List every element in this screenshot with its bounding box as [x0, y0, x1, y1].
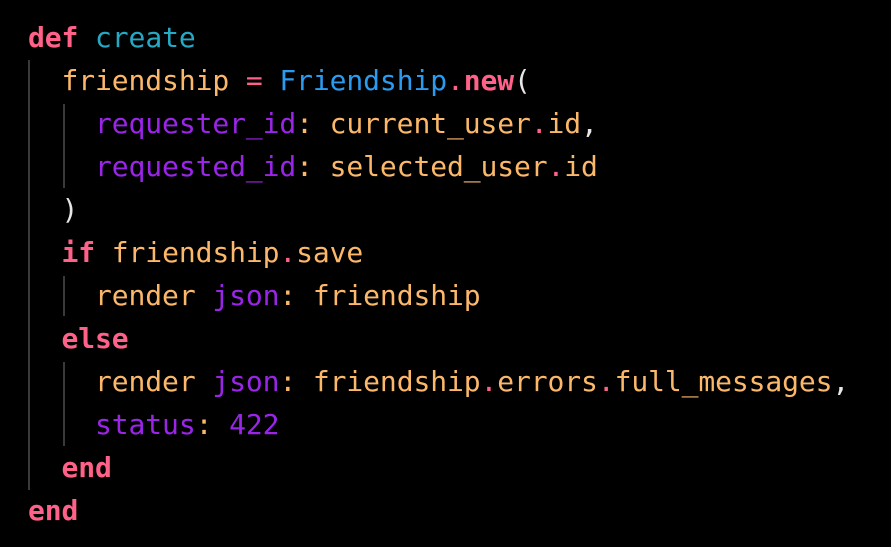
method-new: new	[463, 64, 515, 97]
code-line-6: if friendship.save	[28, 231, 364, 274]
method-name-create: create	[95, 21, 196, 54]
assign-operator: =	[245, 64, 263, 97]
identifier-save: save	[296, 236, 364, 269]
identifier-current-user: current_user	[329, 107, 531, 140]
dot-operator: .	[446, 64, 464, 97]
key-json: json	[212, 365, 280, 398]
code-line-5: )	[28, 188, 79, 231]
dot-operator: .	[279, 236, 297, 269]
number-422: 422	[229, 408, 280, 441]
identifier-errors: errors	[497, 365, 598, 398]
code-line-12: end	[28, 489, 78, 532]
identifier-render: render	[95, 279, 196, 312]
colon: :	[279, 279, 297, 312]
code-line-4: requested_id: selected_user.id	[28, 145, 598, 188]
keyword-def: def	[28, 21, 79, 54]
code-line-1: def create	[28, 16, 196, 59]
comma: ,	[581, 107, 598, 140]
code-line-7: render json: friendship	[28, 274, 481, 317]
key-json: json	[212, 279, 280, 312]
identifier-friendship: friendship	[312, 279, 481, 312]
code-line-2: friendship = Friendship.new(	[28, 59, 531, 102]
key-status: status	[95, 408, 196, 441]
identifier-full-messages: full_messages	[614, 365, 833, 398]
dot-operator: .	[480, 365, 498, 398]
identifier-render: render	[95, 365, 196, 398]
identifier-id: id	[547, 107, 582, 140]
code-line-9: render json: friendship.errors.full_mess…	[28, 360, 849, 403]
keyword-else: else	[61, 322, 129, 355]
code-line-11: end	[28, 446, 112, 489]
dot-operator: .	[547, 150, 565, 183]
identifier-selected-user: selected_user	[329, 150, 548, 183]
identifier-friendship: friendship	[111, 236, 280, 269]
close-paren: )	[61, 193, 79, 226]
identifier-id: id	[564, 150, 598, 183]
dot-operator: .	[530, 107, 548, 140]
code-line-8: else	[28, 317, 129, 360]
colon: :	[195, 408, 213, 441]
code-editor: def create friendship = Friendship.new( …	[0, 0, 891, 547]
class-friendship: Friendship	[279, 64, 447, 97]
code-line-3: requester_id: current_user.id,	[28, 102, 598, 145]
key-requester-id: requester_id	[95, 107, 297, 140]
colon: :	[279, 365, 297, 398]
colon: :	[296, 150, 313, 183]
code-line-10: status: 422	[28, 403, 279, 446]
colon: :	[296, 107, 313, 140]
identifier-friendship: friendship	[312, 365, 481, 398]
comma: ,	[832, 365, 850, 398]
keyword-end: end	[28, 494, 79, 527]
variable-friendship: friendship	[61, 64, 230, 97]
keyword-if: if	[61, 236, 96, 269]
key-requested-id: requested_id	[95, 150, 297, 183]
keyword-end: end	[61, 451, 112, 484]
dot-operator: .	[597, 365, 615, 398]
open-paren: (	[514, 64, 531, 97]
